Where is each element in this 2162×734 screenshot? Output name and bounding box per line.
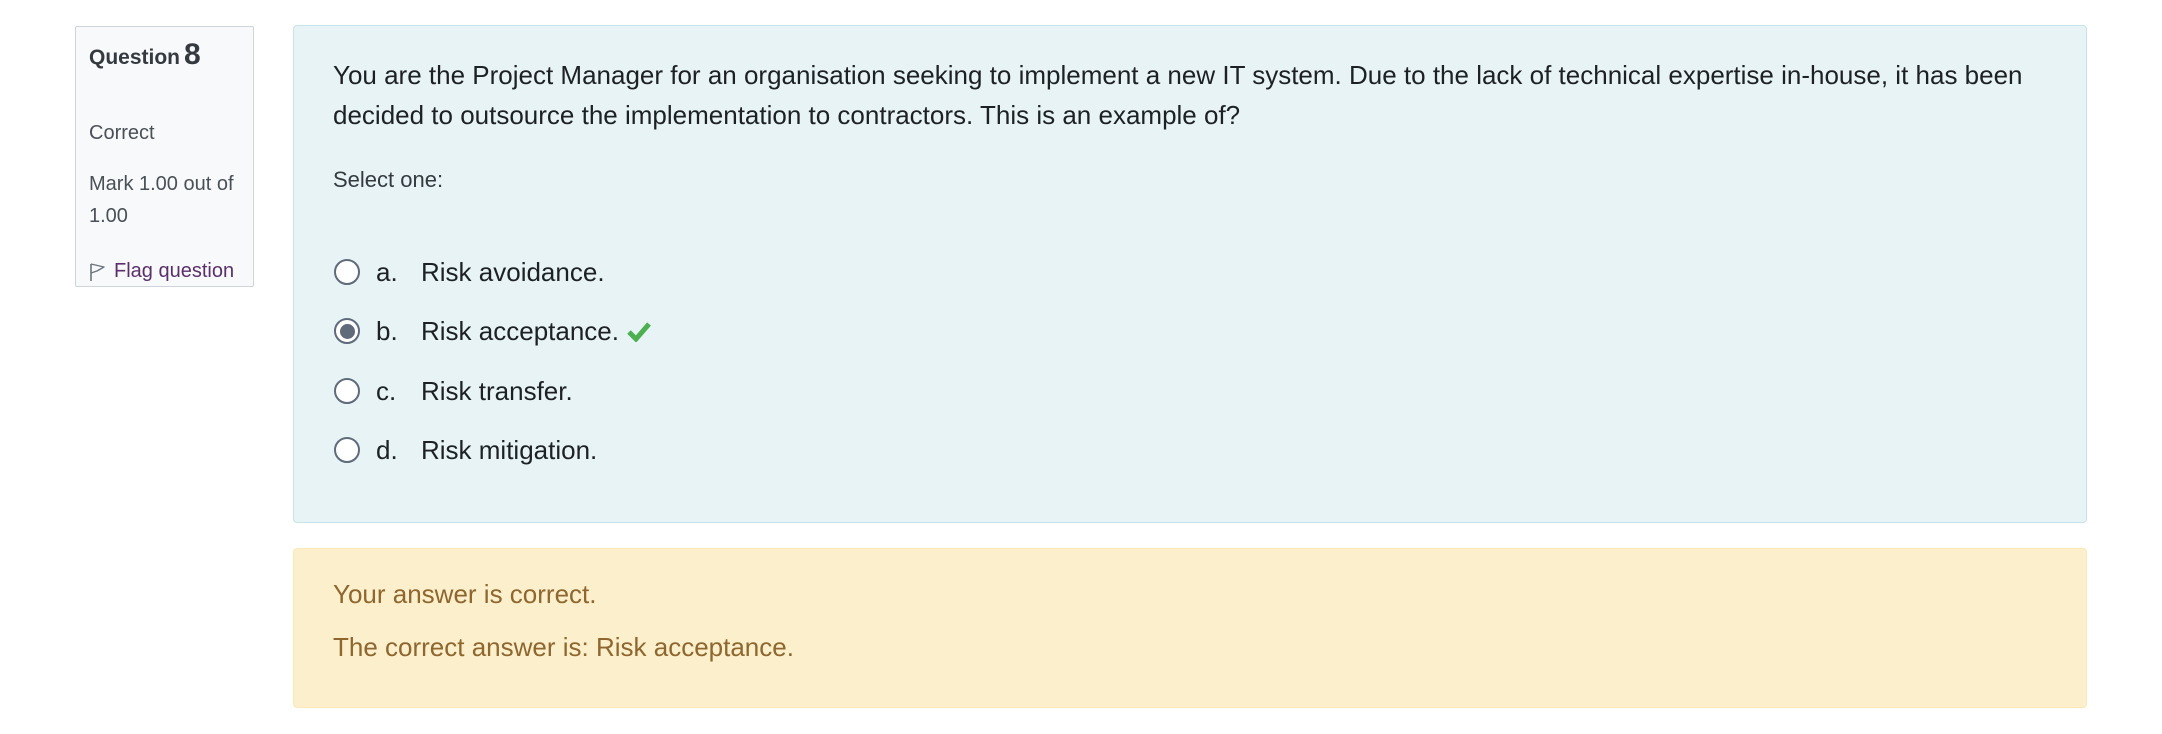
feedback-status: Your answer is correct. <box>333 579 597 609</box>
radio-button[interactable] <box>334 378 360 404</box>
radio-button-selected[interactable] <box>334 318 360 344</box>
question-content: You are the Project Manager for an organ… <box>293 25 2087 523</box>
option-letter: b. <box>376 315 398 346</box>
option-text: Risk transfer. <box>421 375 573 406</box>
option-text: Risk mitigation. <box>421 434 598 465</box>
option-letter: c. <box>376 375 397 406</box>
question-label: Question <box>89 46 181 69</box>
question-number-heading: Question 8 <box>89 38 201 72</box>
correct-answer-text: The correct answer is: Risk acceptance. <box>333 632 794 662</box>
radio-button[interactable] <box>334 259 360 285</box>
option-text: Risk acceptance. <box>421 315 619 346</box>
question-info-panel: Question 8 Correct Mark 1.00 out of 1.00 … <box>75 26 254 287</box>
question-text: You are the Project Manager for an organ… <box>333 60 2023 130</box>
feedback-panel: Your answer is correct. The correct answ… <box>293 548 2087 708</box>
flag-question-label: Flag question <box>114 260 235 282</box>
checkmark-icon <box>627 322 651 342</box>
answer-option-c[interactable]: c. Risk transfer. <box>334 371 573 411</box>
option-letter: d. <box>376 434 398 465</box>
flag-question-link[interactable]: Flag question <box>89 260 234 283</box>
option-text: Risk avoidance. <box>421 256 605 287</box>
question-number: 8 <box>184 38 201 71</box>
select-one-prompt: Select one: <box>333 167 444 192</box>
answer-option-b[interactable]: b. Risk acceptance. <box>334 311 651 351</box>
option-letter: a. <box>376 256 398 287</box>
question-grade: Mark 1.00 out of 1.00 <box>89 173 234 227</box>
radio-button[interactable] <box>334 437 360 463</box>
answer-option-a[interactable]: a. Risk avoidance. <box>334 252 605 292</box>
answer-option-d[interactable]: d. Risk mitigation. <box>334 430 597 470</box>
flag-icon <box>90 262 105 281</box>
radio-selected-dot <box>339 323 355 339</box>
question-state: Correct <box>89 122 155 144</box>
